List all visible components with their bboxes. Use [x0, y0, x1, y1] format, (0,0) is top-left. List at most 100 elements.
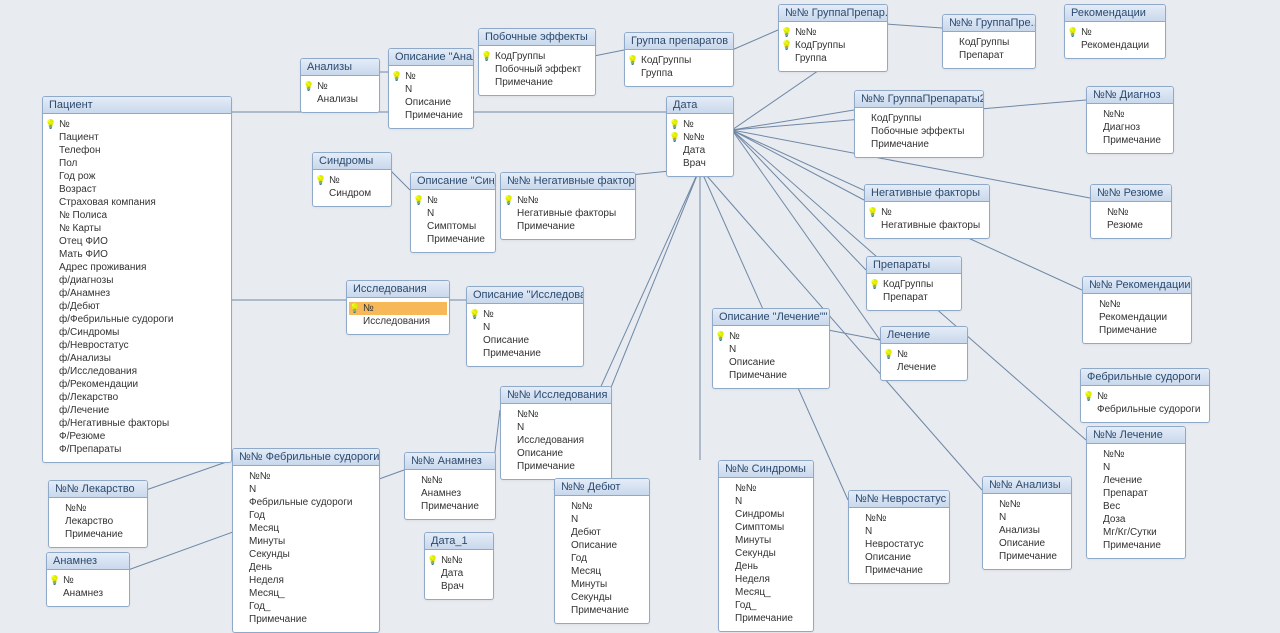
field[interactable]: N — [865, 525, 943, 538]
table-title[interactable]: Негативные факторы — [865, 185, 989, 202]
table-title[interactable]: Препараты — [867, 257, 961, 274]
field[interactable]: Побочные эффекты — [871, 125, 977, 138]
field[interactable]: Дата — [683, 144, 727, 157]
field[interactable]: N — [735, 495, 807, 508]
table-title[interactable]: Рекомендации — [1065, 5, 1165, 22]
field[interactable]: Лечение — [897, 361, 961, 374]
field[interactable]: № — [483, 308, 577, 321]
field[interactable]: №№ — [421, 474, 489, 487]
table-title[interactable]: Описание "Синд... — [411, 173, 495, 190]
field[interactable]: Препарат — [883, 291, 955, 304]
field[interactable]: №№ — [571, 500, 643, 513]
field[interactable]: Год — [571, 552, 643, 565]
table-poboch[interactable]: Побочные эффектыКодГруппыПобочный эффект… — [478, 28, 596, 96]
field[interactable]: Примечание — [865, 564, 943, 577]
field[interactable]: Фебрильные судороги — [1097, 403, 1203, 416]
table-title[interactable]: №№ Дебют — [555, 479, 649, 496]
field[interactable]: N — [427, 207, 489, 220]
table-title[interactable]: Лечение — [881, 327, 967, 344]
field[interactable]: Примечание — [483, 347, 577, 360]
field[interactable]: Врач — [441, 580, 487, 593]
field[interactable]: Секунды — [735, 547, 807, 560]
field[interactable]: № Полиса — [59, 209, 225, 222]
field[interactable]: Лекарство — [65, 515, 141, 528]
table-title[interactable]: №№ Анализы — [983, 477, 1071, 494]
field[interactable]: Группа — [795, 52, 881, 65]
field[interactable]: Описание — [865, 551, 943, 564]
field[interactable]: Мать ФИО — [59, 248, 225, 261]
field[interactable]: Препарат — [1103, 487, 1179, 500]
field[interactable]: № — [729, 330, 823, 343]
field[interactable]: Адрес проживания — [59, 261, 225, 274]
field[interactable]: Неделя — [249, 574, 373, 587]
field[interactable]: Секунды — [249, 548, 373, 561]
field[interactable]: Пациент — [59, 131, 225, 144]
field[interactable]: Ф/Резюме — [59, 430, 225, 443]
table-title[interactable]: №№ ГруппаПре... — [943, 15, 1035, 32]
field[interactable]: Побочный эффект — [495, 63, 589, 76]
field[interactable]: Резюме — [1107, 219, 1165, 232]
table-nono_febril[interactable]: №№ Фебрильные судороги№№NФебрильные судо… — [232, 448, 380, 633]
table-data1[interactable]: Дата_1№№ДатаВрач — [424, 532, 494, 600]
field[interactable]: Примечание — [405, 109, 467, 122]
field[interactable]: Рекомендации — [1099, 311, 1185, 324]
field[interactable]: № — [683, 118, 727, 131]
field[interactable]: Препарат — [959, 49, 1029, 62]
table-issled[interactable]: Исследования№Исследования — [346, 280, 450, 335]
field[interactable]: № Карты — [59, 222, 225, 235]
field[interactable]: Примечание — [517, 220, 629, 233]
table-nono_gruppa2[interactable]: №№ ГруппаПрепараты2КодГруппыПобочные эфф… — [854, 90, 984, 158]
field[interactable]: Телефон — [59, 144, 225, 157]
field[interactable]: N — [405, 83, 467, 96]
table-data[interactable]: Дата№№№ДатаВрач — [666, 96, 734, 177]
field[interactable]: Месяц — [249, 522, 373, 535]
table-rekomend[interactable]: Рекомендации№Рекомендации — [1064, 4, 1166, 59]
field[interactable]: Исследования — [363, 315, 443, 328]
field[interactable]: № — [897, 348, 961, 361]
field[interactable]: ф/Рекомендации — [59, 378, 225, 391]
field[interactable]: Вес — [1103, 500, 1179, 513]
field[interactable]: № — [59, 118, 225, 131]
table-title[interactable]: №№ Лечение — [1087, 427, 1185, 444]
field[interactable]: Симптомы — [427, 220, 489, 233]
table-title[interactable]: №№ Резюме — [1091, 185, 1171, 202]
table-title[interactable]: №№ Синдромы — [719, 461, 813, 478]
field[interactable]: №№ — [795, 26, 881, 39]
table-title[interactable]: №№ Исследования — [501, 387, 611, 404]
field[interactable]: День — [735, 560, 807, 573]
field[interactable]: ф/Анализы — [59, 352, 225, 365]
field[interactable]: КодГруппы — [495, 50, 589, 63]
field[interactable]: Секунды — [571, 591, 643, 604]
field[interactable]: № — [63, 574, 123, 587]
field[interactable]: N — [1103, 461, 1179, 474]
field[interactable]: № — [881, 206, 983, 219]
field[interactable]: Пол — [59, 157, 225, 170]
field[interactable]: День — [249, 561, 373, 574]
table-title[interactable]: №№ ГруппаПрепараты2 — [855, 91, 983, 108]
field[interactable]: Анализы — [999, 524, 1065, 537]
table-nono_analizy[interactable]: №№ Анализы№№NАнализыОписаниеПримечание — [982, 476, 1072, 570]
field[interactable]: Год_ — [735, 599, 807, 612]
field[interactable]: Примечание — [1103, 134, 1167, 147]
field[interactable]: Исследования — [517, 434, 605, 447]
table-title[interactable]: Фебрильные судороги — [1081, 369, 1209, 386]
table-title[interactable]: №№ Невростатус — [849, 491, 949, 508]
table-title[interactable]: Дата_1 — [425, 533, 493, 550]
field[interactable]: №№ — [865, 512, 943, 525]
table-nono_anamnez[interactable]: №№ Анамнез№№АнамнезПримечание — [404, 452, 496, 520]
field[interactable]: Примечание — [495, 76, 589, 89]
table-nono_gruppa1[interactable]: №№ ГруппаПрепар...№№КодГруппыГруппа — [778, 4, 888, 72]
field[interactable]: №№ — [1103, 108, 1167, 121]
table-febril[interactable]: Фебрильные судороги№Фебрильные судороги — [1080, 368, 1210, 423]
field[interactable]: Примечание — [427, 233, 489, 246]
field[interactable]: Негативные факторы — [517, 207, 629, 220]
field[interactable]: Примечание — [729, 369, 823, 382]
field[interactable]: Описание — [483, 334, 577, 347]
field[interactable]: Год — [249, 509, 373, 522]
field[interactable]: ф/Дебют — [59, 300, 225, 313]
field[interactable]: ф/Анамнез — [59, 287, 225, 300]
field[interactable]: ф/Негативные факторы — [59, 417, 225, 430]
field[interactable]: №№ — [517, 408, 605, 421]
table-nono_lekar[interactable]: №№ Лекарство№№ЛекарствоПримечание — [48, 480, 148, 548]
field[interactable]: Дебют — [571, 526, 643, 539]
